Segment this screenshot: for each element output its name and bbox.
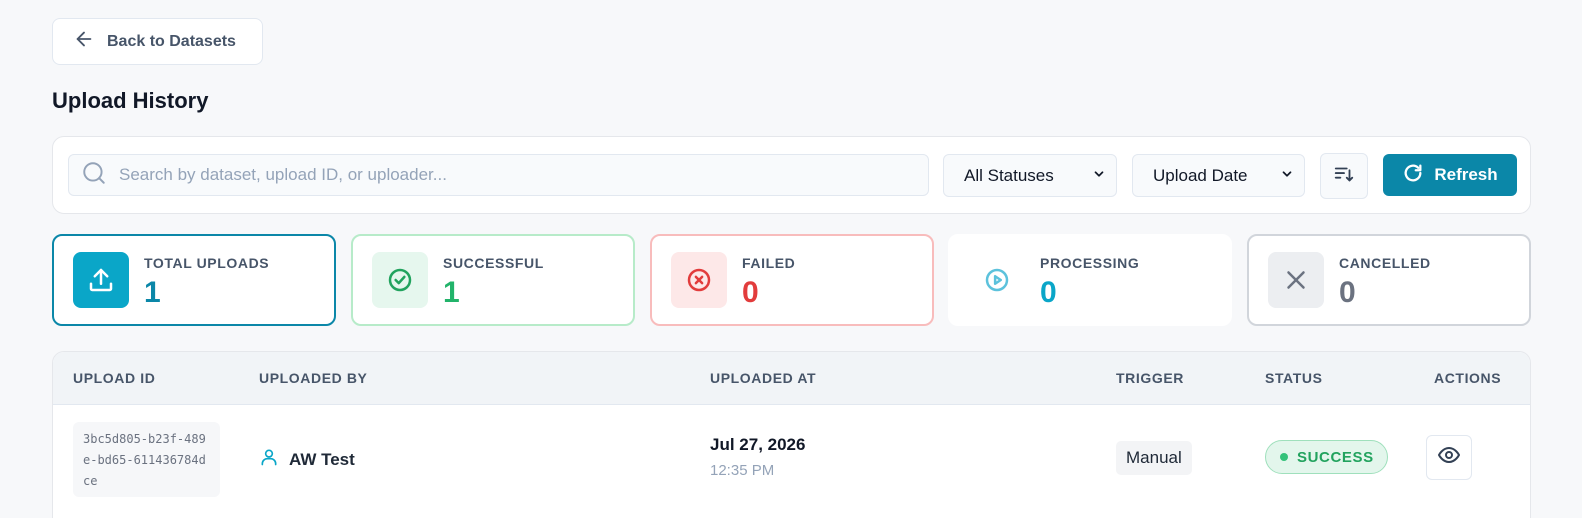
- refresh-button[interactable]: Refresh: [1383, 154, 1517, 196]
- play-circle-icon: [969, 252, 1025, 308]
- column-header-status[interactable]: STATUS: [1265, 370, 1323, 386]
- stat-label: TOTAL UPLOADS: [144, 255, 270, 271]
- status-dot: [1280, 453, 1288, 461]
- uploader-name: AW Test: [289, 449, 355, 469]
- stat-card-total-uploads[interactable]: TOTAL UPLOADS 1: [52, 234, 336, 326]
- sort-order-button[interactable]: [1320, 153, 1368, 199]
- user-icon: [259, 447, 279, 472]
- chevron-down-icon: [1280, 166, 1294, 186]
- stat-value: 1: [144, 276, 161, 309]
- stat-value: 0: [742, 276, 759, 309]
- refresh-label: Refresh: [1434, 165, 1498, 184]
- table-header: UPLOAD ID UPLOADED BY UPLOADED AT TRIGGE…: [53, 352, 1530, 405]
- status-label: SUCCESS: [1297, 448, 1374, 466]
- status-filter-select[interactable]: All Statuses: [943, 154, 1117, 197]
- upload-id-cell: 3bc5d805-b23f-489e-bd65-611436784dce: [73, 422, 220, 497]
- eye-icon: [1437, 443, 1461, 472]
- search-icon: [81, 160, 107, 191]
- sort-descending-icon: [1333, 163, 1355, 190]
- stat-card-failed[interactable]: FAILED 0: [650, 234, 934, 326]
- upload-time: 12:35 PM: [710, 462, 775, 479]
- upload-history-table: UPLOAD ID UPLOADED BY UPLOADED AT TRIGGE…: [52, 351, 1531, 518]
- stat-label: FAILED: [742, 255, 796, 271]
- view-details-button[interactable]: [1426, 435, 1472, 480]
- page-title: Upload History: [52, 88, 209, 113]
- back-label: Back to Datasets: [107, 32, 236, 50]
- column-header-actions: ACTIONS: [1434, 370, 1502, 386]
- stat-label: CANCELLED: [1339, 255, 1431, 271]
- stat-value: 1: [443, 276, 460, 309]
- search-input[interactable]: [119, 165, 899, 185]
- search-box[interactable]: [68, 154, 929, 196]
- x-icon: [1268, 252, 1324, 308]
- stat-card-cancelled[interactable]: CANCELLED 0: [1247, 234, 1531, 326]
- column-header-trigger[interactable]: TRIGGER: [1116, 370, 1184, 386]
- check-circle-icon: [372, 252, 428, 308]
- filter-bar: All Statuses Upload Date Refresh: [52, 136, 1531, 214]
- column-header-uploaded-by[interactable]: UPLOADED BY: [259, 370, 368, 386]
- status-badge: SUCCESS: [1265, 440, 1388, 474]
- stat-label: PROCESSING: [1040, 255, 1140, 271]
- status-filter-value: All Statuses: [964, 165, 1054, 185]
- x-circle-icon: [671, 252, 727, 308]
- stat-value: 0: [1339, 276, 1356, 309]
- uploader-cell: AW Test: [259, 447, 355, 472]
- chevron-down-icon: [1092, 166, 1106, 186]
- upload-icon: [73, 252, 129, 308]
- arrow-left-icon: [73, 28, 95, 55]
- sort-field-select[interactable]: Upload Date: [1132, 154, 1305, 197]
- refresh-icon: [1402, 162, 1424, 189]
- column-header-upload-id[interactable]: UPLOAD ID: [73, 370, 155, 386]
- stat-value: 0: [1040, 276, 1057, 309]
- stat-label: SUCCESSFUL: [443, 255, 544, 271]
- stat-card-processing[interactable]: PROCESSING 0: [948, 234, 1232, 326]
- upload-date: Jul 27, 2026: [710, 435, 806, 454]
- column-header-uploaded-at[interactable]: UPLOADED AT: [710, 370, 816, 386]
- stat-card-successful[interactable]: SUCCESSFUL 1: [351, 234, 635, 326]
- table-row[interactable]: 3bc5d805-b23f-489e-bd65-611436784dce AW …: [53, 405, 1530, 515]
- sort-field-value: Upload Date: [1153, 165, 1248, 185]
- back-to-datasets-button[interactable]: Back to Datasets: [52, 18, 263, 65]
- trigger-badge: Manual: [1116, 441, 1192, 475]
